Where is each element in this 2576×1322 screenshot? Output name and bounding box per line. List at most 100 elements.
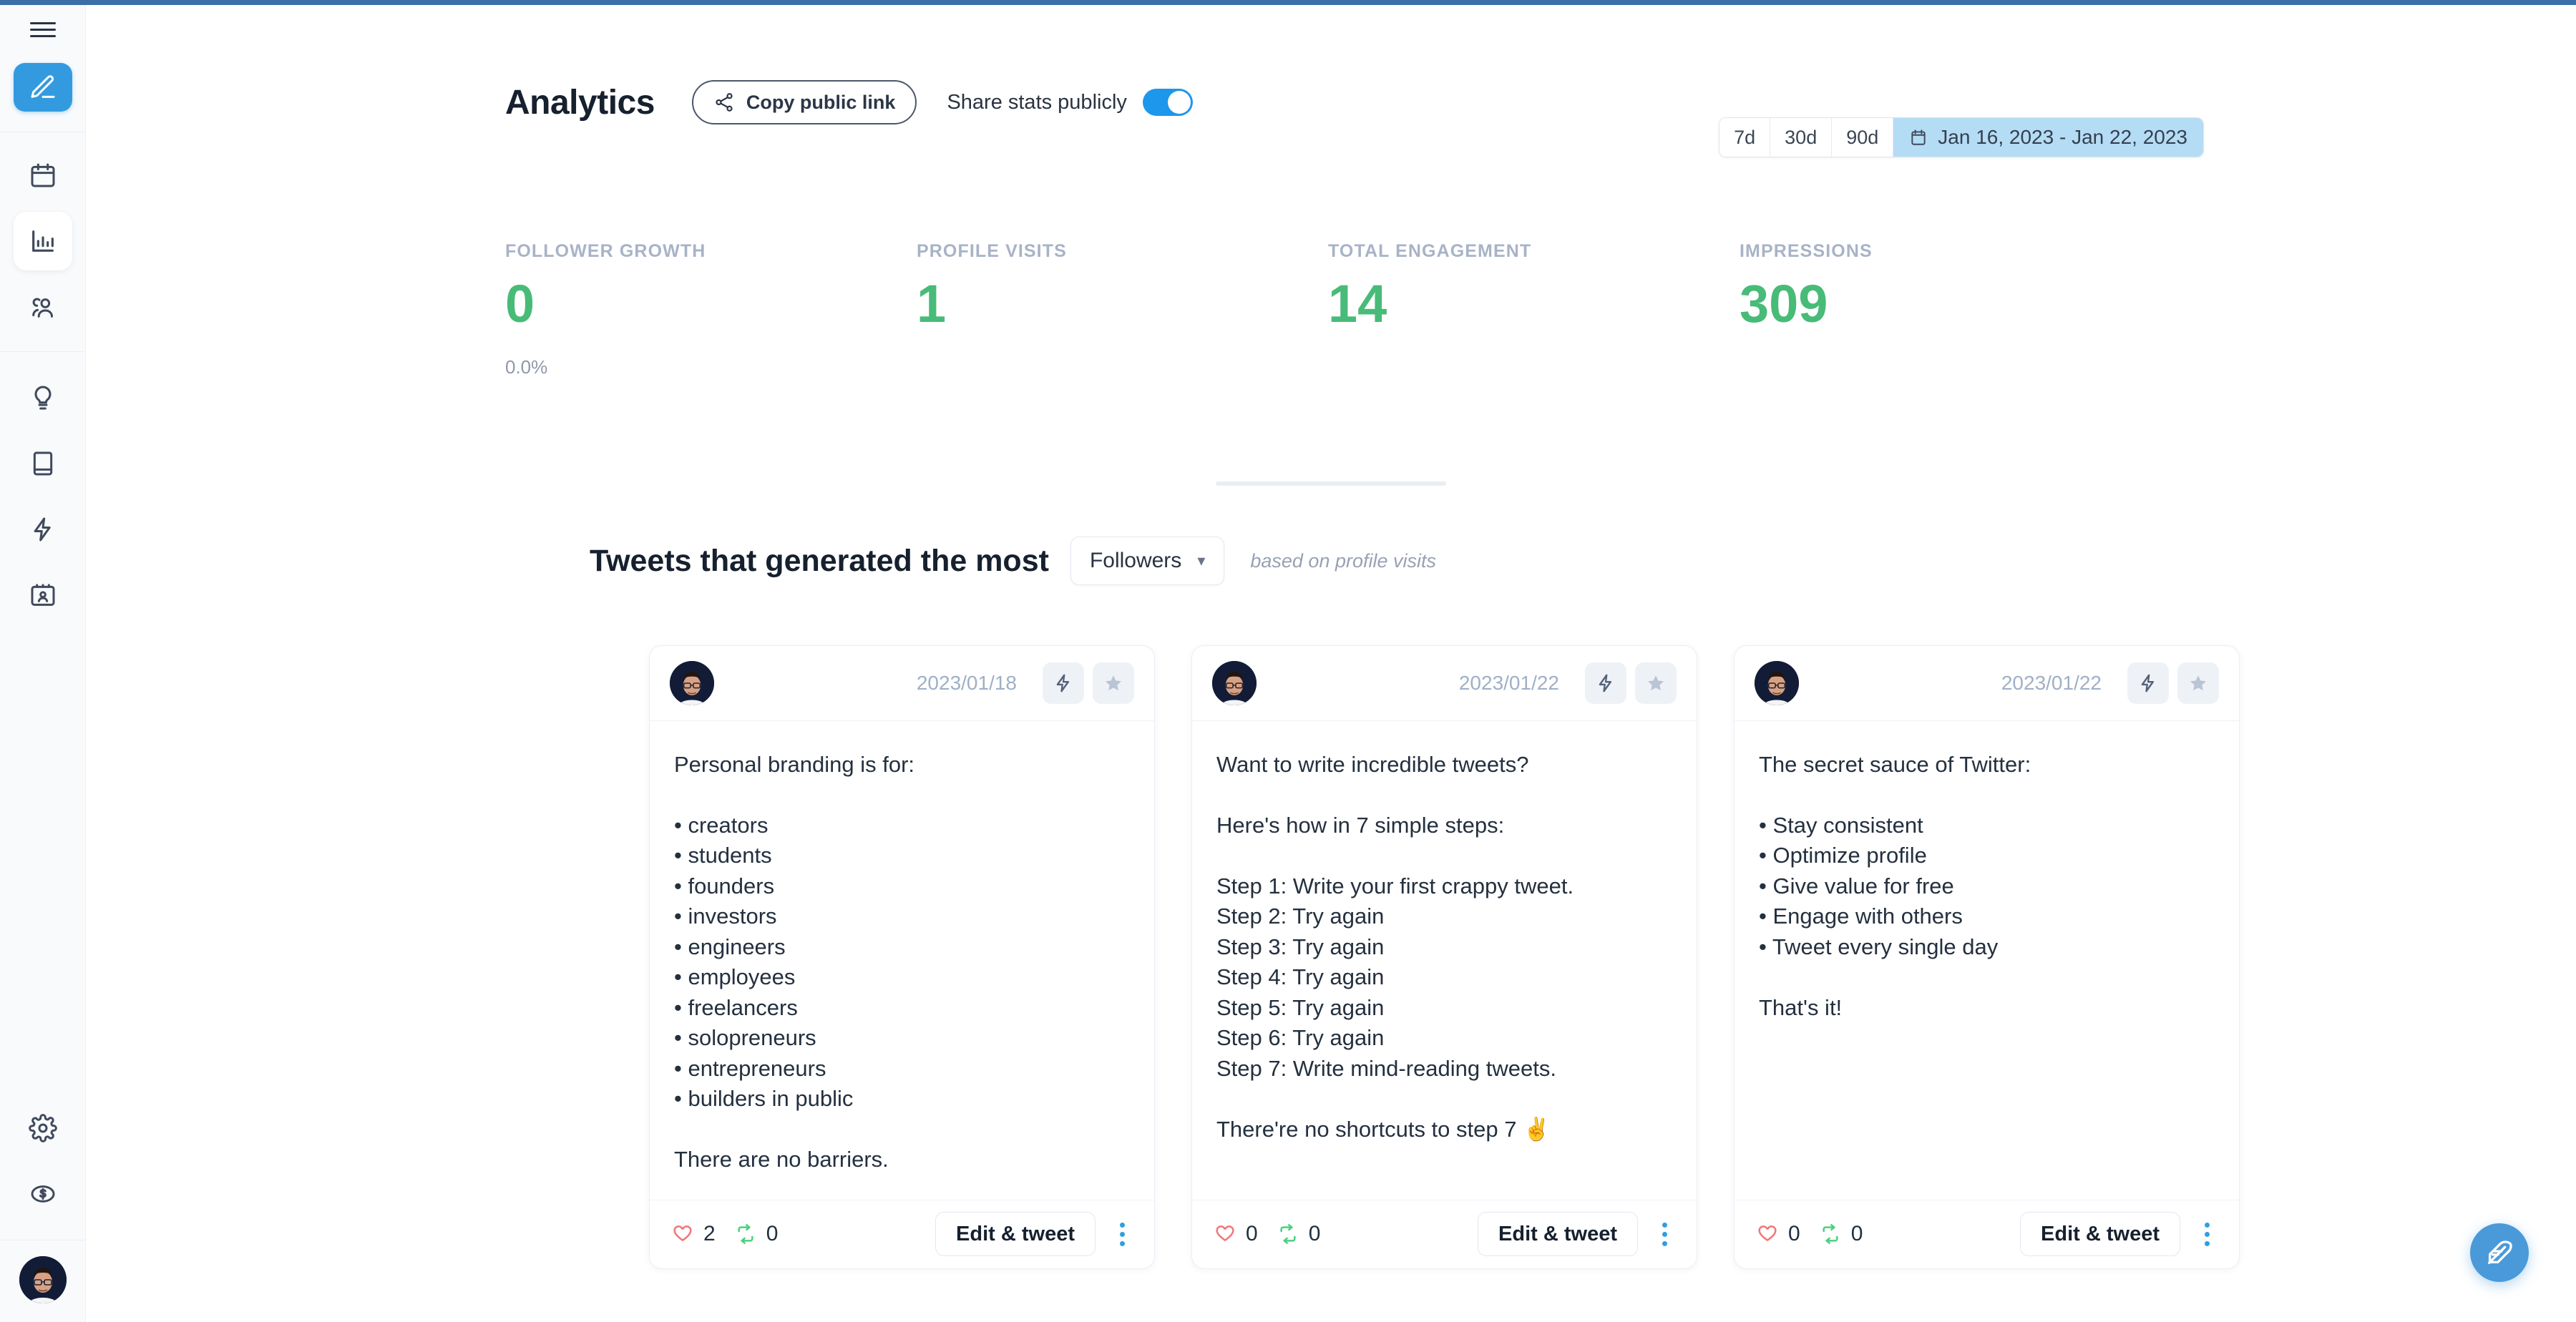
stat-impressions: IMPRESSIONS 309 [1740,241,2151,378]
tweet-card-header: 2023/01/18 [650,646,1154,721]
favorite-button[interactable] [2177,662,2219,704]
retweet-count: 0 [766,1222,779,1246]
sidebar-section-tools [0,352,86,644]
boost-button[interactable] [1043,662,1084,704]
stats-row: FOLLOWER GROWTH 0 0.0% PROFILE VISITS 1 … [505,241,2151,378]
retweet-count: 0 [1308,1222,1321,1246]
like-count: 0 [1788,1222,1800,1246]
metric-dropdown[interactable]: Followers ▾ [1070,537,1225,585]
sidebar-item-audience[interactable] [14,278,72,336]
avatar[interactable] [19,1256,67,1303]
tweet-date: 2023/01/22 [1458,672,1559,694]
sidebar-item-settings[interactable] [14,1099,72,1157]
tweet-card-footer: 2 0 Edit & tweet [650,1199,1154,1268]
share-stats-label: Share stats publicly [947,90,1127,114]
tweet-text: Want to write incredible tweets? Here's … [1216,752,1574,1142]
copy-public-link-button[interactable]: Copy public link [691,80,917,124]
lightning-icon [1599,674,1612,692]
users-icon [31,298,53,318]
browser-accent-bar [0,0,2576,5]
stat-label: IMPRESSIONS [1740,241,1873,261]
top-tweets-header: Tweets that generated the most Followers… [590,537,1436,585]
tweet-text: The secret sauce of Twitter: • Stay cons… [1759,752,2031,1020]
sidebar-item-profile-card[interactable] [14,566,72,625]
edit-and-tweet-button[interactable]: Edit & tweet [1478,1212,1638,1257]
stat-value: 1 [917,274,947,333]
retweet-icon [738,1224,753,1244]
retweet-count: 0 [1850,1222,1863,1246]
sidebar-section-main [0,132,86,352]
tweet-card: 2023/01/18 Personal branding is for: • c… [649,645,1155,1269]
lightning-icon [1056,674,1070,692]
like-count: 2 [703,1222,716,1246]
avatar [1755,661,1799,705]
heart-icon [673,1225,692,1241]
stat-value: 14 [1328,274,1387,333]
like-metric: 2 [671,1222,716,1246]
lightning-icon [34,517,51,542]
calendar-icon [31,163,54,187]
date-range-label: Jan 16, 2023 - Jan 22, 2023 [1938,126,2187,148]
kebab-menu-icon[interactable] [2196,1222,2218,1246]
favorite-button[interactable] [1635,662,1677,704]
custom-date-range[interactable]: Jan 16, 2023 - Jan 22, 2023 [1893,118,2203,157]
heart-icon [1758,1225,1777,1241]
share-stats-toggle[interactable] [1142,89,1193,116]
sidebar [0,5,86,1322]
feather-icon [2487,1240,2512,1265]
sidebar-section-account [0,1084,86,1240]
like-metric: 0 [1756,1222,1800,1246]
tweet-card: 2023/01/22 The secret sauce of Twitter: … [1734,645,2240,1269]
toggle-knob [1167,91,1191,114]
retweet-metric: 0 [1277,1222,1321,1246]
kebab-menu-icon[interactable] [1111,1222,1133,1246]
hamburger-icon[interactable] [0,5,86,54]
range-option-90d[interactable]: 90d [1832,118,1894,157]
boost-button[interactable] [1585,662,1626,704]
tweet-text: Personal branding is for: • creators • s… [674,752,915,1172]
range-option-30d[interactable]: 30d [1770,118,1833,157]
star-icon [1106,675,1121,691]
heart-icon [1216,1225,1234,1241]
id-card-icon [31,584,54,606]
pencil-icon [31,75,54,98]
lightbulb-icon [34,386,51,410]
stat-follower-growth: FOLLOWER GROWTH 0 0.0% [505,241,917,378]
avatar [670,661,714,705]
sidebar-item-ideas[interactable] [14,368,72,427]
avatar [1212,661,1257,705]
kebab-menu-icon[interactable] [1654,1222,1675,1246]
analytics-page: Analytics Copy public link Share stats p… [0,0,2576,1322]
sidebar-item-billing[interactable] [14,1165,72,1223]
retweet-metric: 0 [1819,1222,1863,1246]
compose-button[interactable] [13,63,72,112]
sidebar-item-automation[interactable] [14,500,72,559]
star-icon [1648,675,1664,691]
metric-dropdown-value: Followers [1089,549,1182,572]
sidebar-item-analytics[interactable] [13,212,72,270]
chevron-down-icon: ▾ [1197,552,1206,569]
date-range-selector: 7d 30d 90d Jan 16, 2023 - Jan 22, 2023 [1719,117,2204,157]
bar-chart-icon [31,230,54,252]
tweet-card: 2023/01/22 Want to write incredible twee… [1191,645,1697,1269]
avatar-image [1755,661,1799,705]
range-option-7d[interactable]: 7d [1719,118,1771,157]
edit-and-tweet-button[interactable]: Edit & tweet [935,1212,1096,1257]
section-title: Tweets that generated the most [590,543,1049,578]
tweet-card-footer: 0 0 Edit & tweet [1735,1199,2239,1268]
boost-button[interactable] [2127,662,2169,704]
edit-and-tweet-button[interactable]: Edit & tweet [2020,1212,2180,1257]
page-title: Analytics [505,83,655,122]
sidebar-item-library[interactable] [14,434,72,493]
favorite-button[interactable] [1093,662,1134,704]
section-note: based on profile visits [1250,549,1436,572]
like-metric: 0 [1214,1222,1258,1246]
retweet-icon [1823,1224,1838,1244]
sidebar-top-section [0,5,86,132]
stat-label: TOTAL ENGAGEMENT [1328,241,1532,261]
star-icon [2190,675,2206,691]
sidebar-item-calendar[interactable] [14,146,72,205]
compose-fab[interactable] [2470,1223,2529,1282]
stat-label: PROFILE VISITS [917,241,1067,261]
stat-value: 0 [505,274,535,333]
